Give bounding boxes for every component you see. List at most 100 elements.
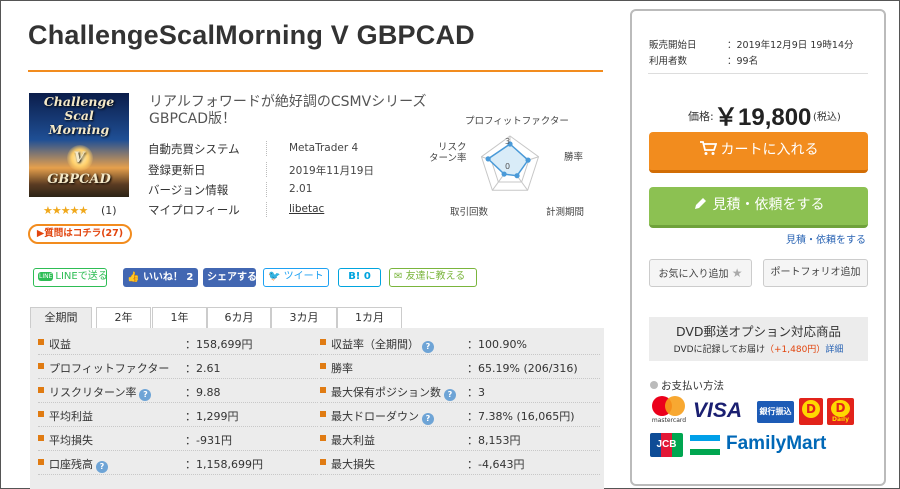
star-icon: ★ [731, 266, 743, 280]
dvd-detail-link[interactable]: 詳細 [825, 345, 843, 355]
tab-1-year[interactable]: 1年 [152, 307, 207, 328]
stat-label: プロフィットファクター [49, 360, 169, 376]
stat-label-text: プロフィットファクター [49, 362, 170, 375]
tell-friend-label: 友達に教える [405, 271, 466, 282]
tell-friend-button[interactable]: ✉ 友達に教える [389, 268, 477, 287]
add-portfolio-button[interactable]: ポートフォリオ追加 [763, 259, 868, 287]
stat-label-text: 平均損失 [49, 434, 93, 447]
tab-6-months[interactable]: 6カ月 [207, 307, 271, 328]
page-title: ChallengeScalMorning V GBPCAD [28, 20, 475, 50]
stat-label: 収益 [49, 336, 71, 352]
add-to-cart-button[interactable]: カートに入れる [649, 132, 868, 173]
stat-label-text: 最大利益 [331, 434, 375, 447]
stat-row: 平均利益 ：1,299円 [38, 404, 318, 427]
product-image-text: Scal [64, 108, 94, 123]
bullet-square-icon [38, 411, 44, 417]
tab-3-months[interactable]: 3カ月 [271, 307, 337, 328]
users-label: 利用者数 [649, 56, 688, 67]
stat-value: ：9.88 [185, 386, 221, 399]
release-date-value: ：2019年12月9日 19時14分 [727, 40, 854, 51]
stat-row: 最大ドローダウン? ：7.38% (16,065円) [320, 404, 600, 427]
radar-tick-label: 0 [505, 162, 510, 171]
rating-stars: ★★★★★ [43, 204, 88, 217]
help-icon[interactable]: ? [422, 341, 434, 353]
spec-value: MetaTrader 4 [289, 142, 359, 154]
tab-1-month[interactable]: 1カ月 [337, 307, 402, 328]
stat-value: ：2.61 [185, 362, 221, 375]
facebook-like-button[interactable]: 👍 いいね！ 2 [123, 268, 198, 287]
dvd-option-box: DVD郵送オプション対応商品 DVDに記録してお届け（+1,480円）詳細 [649, 317, 868, 361]
add-favorite-label: お気に入り追加 [658, 269, 729, 280]
stat-row: 口座残高? ：1,158,699円 [38, 452, 318, 475]
help-icon[interactable]: ? [422, 413, 434, 425]
stat-value: ：100.90% [467, 338, 527, 351]
spec-label: バージョン情報 [148, 183, 229, 197]
stat-value: ：8,153円 [467, 434, 521, 447]
spec-row: 登録更新日 2019年11月19日 [148, 162, 408, 182]
daily-yamazaki-logo: D Daily [827, 398, 854, 425]
bullet-square-icon [320, 363, 326, 369]
product-image[interactable]: Challenge Scal Morning V GBPCAD [29, 93, 129, 197]
spec-value: 2019年11月19日 [289, 165, 374, 177]
stat-label: 平均損失 [49, 432, 93, 448]
spec-separator [266, 141, 267, 156]
tab-all-period[interactable]: 全期間 [30, 307, 92, 329]
radar-label-risk-return: リスク ターン率 [429, 142, 467, 164]
facebook-share-button[interactable]: シェアする [203, 268, 256, 287]
stat-label: 勝率 [331, 360, 353, 376]
bullet-square-icon [320, 435, 326, 441]
line-share-button[interactable]: LINE LINEで送る [33, 268, 108, 287]
stat-value: ：7.38% (16,065円) [467, 410, 575, 423]
bullet-square-icon [320, 459, 326, 465]
stat-row: 平均損失 ：-931円 [38, 428, 318, 451]
stat-row: 勝率 ：65.19% (206/316) [320, 356, 600, 379]
price-value: ￥19,800 [714, 104, 812, 131]
help-icon[interactable]: ? [444, 389, 456, 401]
radar-label-profit-factor: プロフィットファクター [465, 116, 569, 127]
request-quote-button[interactable]: 見積・依頼をする [649, 187, 868, 228]
tweet-label: ツイート [283, 271, 324, 282]
help-icon[interactable]: ? [96, 461, 108, 473]
stat-label-text: 最大ドローダウン [331, 410, 419, 423]
stat-value: ：-931円 [185, 434, 232, 447]
spec-separator [266, 162, 267, 177]
stat-label: 最大ドローダウン? [331, 408, 434, 425]
divider [648, 73, 868, 74]
stat-row: リスクリターン率? ：9.88 [38, 380, 318, 403]
cart-icon [699, 141, 717, 155]
add-to-cart-label: カートに入れる [720, 142, 819, 158]
stat-row: 最大保有ポジション数? ：3 [320, 380, 600, 403]
add-favorite-button[interactable]: お気に入り追加 ★ [649, 259, 752, 287]
jcb-logo: JCB [650, 433, 683, 457]
bullet-square-icon [38, 459, 44, 465]
radar-chart: 3 0 プロフィットファクター 勝率 計測期間 取引回数 リスク ターン率 [425, 108, 595, 220]
bullet-square-icon [320, 339, 326, 345]
profile-link[interactable]: libetac [289, 203, 324, 215]
bullet-square-icon [38, 339, 44, 345]
spec-value: 2.01 [289, 183, 313, 195]
hatena-bookmark-button[interactable]: B! 0 [338, 268, 381, 287]
stat-row: 収益率（全期間）? ：100.90% [320, 332, 600, 355]
bullet-square-icon [320, 411, 326, 417]
pencil-icon [694, 198, 706, 209]
thumbs-up-icon: 👍 [127, 272, 143, 283]
dvd-option-text: DVDに記録してお届け [673, 345, 765, 355]
radar-point-trades [501, 171, 507, 177]
stat-label-text: リスクリターン率 [49, 386, 137, 399]
stat-label-text: 収益率（全期間） [331, 338, 419, 351]
radar-tick-label: 3 [505, 137, 510, 146]
spec-label: 登録更新日 [148, 163, 206, 177]
request-quote-link[interactable]: 見積・依頼をする [786, 231, 866, 246]
tab-2-years[interactable]: 2年 [96, 307, 151, 328]
stat-label: 口座残高? [49, 456, 108, 473]
questions-button[interactable]: ▶質問はコチラ(27) [28, 224, 132, 244]
line-share-label: LINEで送る [55, 271, 108, 282]
purchase-panel: 販売開始日 ：2019年12月9日 19時14分 利用者数 ：99名 価格: ￥… [630, 9, 886, 486]
bank-transfer-logo: 銀行振込 [757, 401, 794, 423]
stat-value: ：3 [467, 386, 485, 399]
tweet-button[interactable]: 🐦 ツイート [263, 268, 329, 287]
envelope-icon: ✉ [394, 271, 406, 282]
help-icon[interactable]: ? [139, 389, 152, 401]
bullet-square-icon [38, 435, 44, 441]
review-count-link[interactable]: (1) [101, 204, 117, 217]
